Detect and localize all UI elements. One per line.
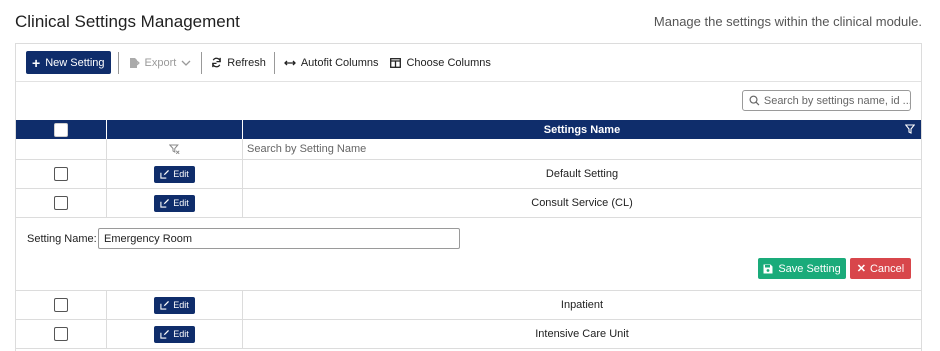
toolbar-divider <box>201 51 203 74</box>
autofit-columns-button[interactable]: Autofit Columns <box>283 56 379 69</box>
table-row: Edit Consult Service (CL) <box>16 189 921 218</box>
export-label: Export <box>144 56 177 69</box>
filter-icon[interactable] <box>905 124 915 134</box>
setting-name-filter-input[interactable] <box>247 143 547 155</box>
edit-button[interactable]: Edit <box>154 325 195 343</box>
save-icon <box>763 264 773 273</box>
refresh-button[interactable]: Refresh <box>211 57 266 69</box>
plus-icon: + <box>32 54 41 71</box>
edit-icon <box>160 329 170 339</box>
settings-panel: + New Setting Export Refresh Autofit Col… <box>15 43 922 351</box>
edit-icon <box>160 169 170 179</box>
grid-filter-row <box>16 139 921 160</box>
inline-edit-form: Setting Name: Save Setting ✕ Cancel <box>16 218 921 291</box>
toolbar-divider <box>273 51 275 74</box>
table-row: Edit Intensive Care Unit <box>16 320 921 349</box>
edit-icon <box>160 198 170 208</box>
toolbar: + New Setting Export Refresh Autofit Col… <box>16 44 921 82</box>
close-icon: ✕ <box>856 263 866 275</box>
setting-name-input[interactable] <box>98 228 460 249</box>
clear-filter-cell <box>107 139 243 159</box>
grid-header-row: Settings Name <box>16 120 921 139</box>
save-setting-label: Save Setting <box>778 262 841 275</box>
choose-columns-label: Choose Columns <box>406 56 491 69</box>
file-export-icon <box>129 57 140 68</box>
page-title: Clinical Settings Management <box>15 12 240 31</box>
settings-grid: Settings Name Search by Setting Name Edi… <box>16 120 921 349</box>
table-row: Edit Inpatient <box>16 291 921 320</box>
edit-icon <box>160 300 170 310</box>
refresh-icon <box>212 57 222 68</box>
refresh-label: Refresh <box>227 56 266 69</box>
actions-header <box>107 120 243 139</box>
edit-button[interactable]: Edit <box>154 165 195 183</box>
edit-label: Edit <box>173 169 189 179</box>
select-all-cell <box>16 120 107 139</box>
settings-name-header-label: Settings Name <box>543 123 621 136</box>
row-checkbox[interactable] <box>54 167 68 181</box>
edit-label: Edit <box>173 300 189 310</box>
cancel-label: Cancel <box>869 262 905 275</box>
row-checkbox[interactable] <box>54 196 68 210</box>
choose-columns-button[interactable]: Choose Columns <box>390 56 491 69</box>
cancel-button[interactable]: ✕ Cancel <box>850 258 911 279</box>
toolbar-divider <box>117 51 119 74</box>
setting-name-label: Setting Name: <box>27 233 97 245</box>
setting-name-cell: Default Setting <box>545 168 619 180</box>
page-description: Manage the settings within the clinical … <box>653 14 922 29</box>
new-setting-button[interactable]: + New Setting <box>26 51 111 74</box>
arrows-horizontal-icon <box>283 60 296 65</box>
save-setting-button[interactable]: Save Setting <box>758 258 846 279</box>
edit-button[interactable]: Edit <box>154 194 195 212</box>
settings-search <box>742 90 911 111</box>
clear-filter-icon[interactable] <box>169 144 180 155</box>
select-all-checkbox[interactable] <box>54 122 68 137</box>
row-checkbox[interactable] <box>54 327 68 341</box>
setting-name-cell: Consult Service (CL) <box>531 197 633 209</box>
setting-name-cell: Inpatient <box>560 299 604 311</box>
settings-name-header[interactable]: Settings Name <box>243 120 921 139</box>
autofit-label: Autofit Columns <box>300 56 379 69</box>
search-input[interactable] <box>763 94 910 107</box>
edit-label: Edit <box>173 198 189 208</box>
search-icon <box>749 95 760 106</box>
columns-icon <box>390 57 402 68</box>
setting-name-cell: Intensive Care Unit <box>535 328 629 340</box>
table-row: Edit Default Setting <box>16 160 921 189</box>
edit-label: Edit <box>173 329 189 339</box>
chevron-down-icon <box>181 60 191 66</box>
new-setting-label: New Setting <box>45 56 105 69</box>
row-checkbox[interactable] <box>54 298 68 312</box>
export-button[interactable]: Export <box>128 57 192 69</box>
edit-button[interactable]: Edit <box>154 296 195 314</box>
